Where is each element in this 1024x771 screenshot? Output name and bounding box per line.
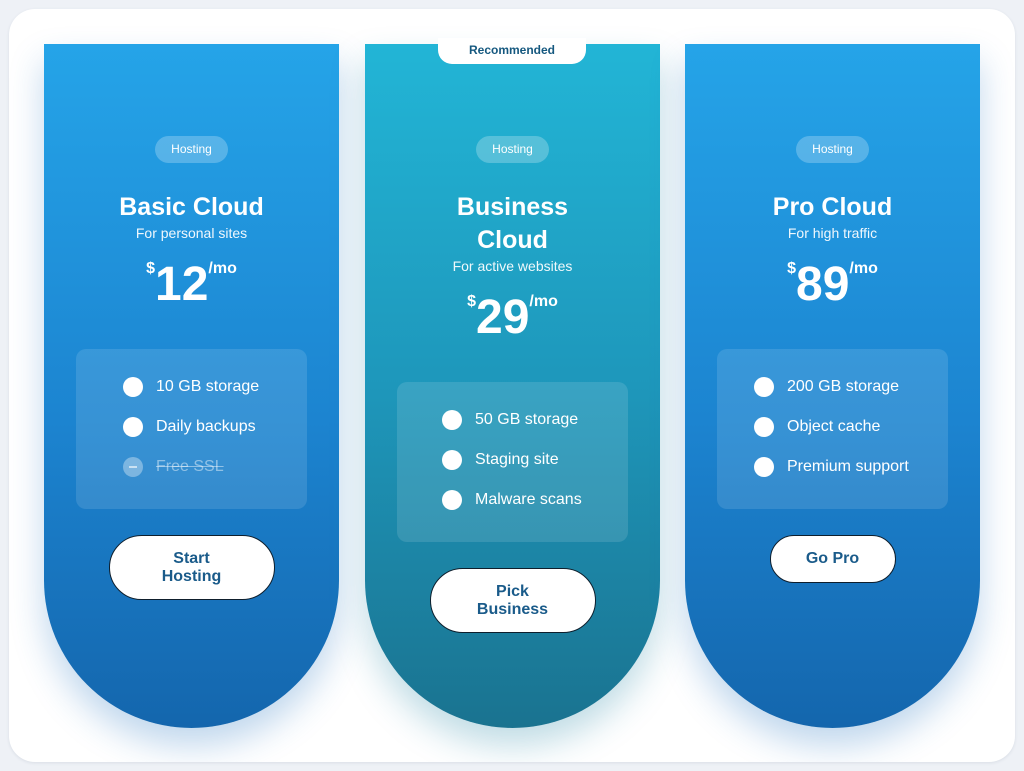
- price-period: /mo: [529, 293, 558, 310]
- plan-subtitle: For high traffic: [787, 225, 878, 241]
- price-amount: 29: [476, 291, 530, 344]
- feature-item: Daily backups: [123, 417, 307, 457]
- plan-title: Basic Cloud: [119, 193, 264, 221]
- go-pro-button[interactable]: Go Pro: [769, 535, 896, 583]
- pick-business-button[interactable]: Pick Business: [429, 568, 596, 633]
- plan-title: Pro Cloud: [772, 193, 893, 221]
- feature-item: Malware scans: [442, 490, 628, 530]
- feature-label: 50 GB storage: [475, 411, 579, 428]
- plan-tag: Hosting: [155, 136, 228, 163]
- feature-label: Premium support: [787, 458, 909, 475]
- filled-circle-icon: [754, 457, 774, 477]
- plan-subtitle: For personal sites: [135, 225, 248, 241]
- filled-circle-icon: [442, 490, 462, 510]
- filled-circle-icon: [123, 417, 143, 437]
- feature-item: 50 GB storage: [442, 410, 628, 450]
- plan-card-business-cloud: Recommended Hosting Business Cloud For a…: [365, 38, 660, 728]
- start-hosting-button[interactable]: Start Hosting: [108, 535, 275, 600]
- filled-circle-icon: [442, 450, 462, 470]
- pricing-frame: Hosting Basic Cloud For personal sites $…: [9, 9, 1015, 762]
- price-period: /mo: [849, 260, 878, 277]
- plan-tag: Hosting: [476, 136, 549, 163]
- filled-circle-icon: [754, 377, 774, 397]
- price-currency: $: [467, 293, 477, 310]
- feature-label: Staging site: [475, 451, 559, 468]
- plan-price: $29/mo: [365, 289, 660, 347]
- filled-circle-icon: [754, 417, 774, 437]
- price-currency: $: [787, 260, 797, 277]
- plan-subtitle: For active websites: [452, 258, 573, 274]
- plan-price: $89/mo: [685, 256, 980, 314]
- feature-label: Object cache: [787, 418, 881, 435]
- feature-list: 200 GB storage Object cache Premium supp…: [717, 349, 948, 509]
- price-currency: $: [146, 260, 156, 277]
- feature-item: Premium support: [754, 457, 948, 497]
- price-amount: 89: [796, 258, 850, 311]
- recommended-badge: Recommended: [438, 38, 586, 64]
- plan-card-pro-cloud: Hosting Pro Cloud For high traffic $89/m…: [685, 44, 980, 728]
- minus-circle-icon: [123, 457, 143, 477]
- feature-label: Free SSL: [156, 458, 224, 475]
- feature-list: 10 GB storage Daily backups Free SSL: [76, 349, 307, 509]
- plan-card-basic-cloud: Hosting Basic Cloud For personal sites $…: [44, 44, 339, 728]
- feature-label: 200 GB storage: [787, 378, 900, 395]
- feature-label: 10 GB storage: [156, 378, 260, 395]
- feature-label: Daily backups: [156, 418, 256, 435]
- plan-price: $12/mo: [44, 256, 339, 314]
- feature-label: Malware scans: [475, 491, 582, 508]
- filled-circle-icon: [123, 377, 143, 397]
- feature-item: 10 GB storage: [123, 377, 307, 417]
- plan-tag: Hosting: [796, 136, 869, 163]
- feature-item: Object cache: [754, 417, 948, 457]
- price-amount: 12: [155, 258, 209, 311]
- feature-item: 200 GB storage: [754, 377, 948, 417]
- feature-item: Staging site: [442, 450, 628, 490]
- feature-item-excluded: Free SSL: [123, 457, 307, 497]
- plan-title: Business Cloud: [456, 193, 569, 254]
- feature-list: 50 GB storage Staging site Malware scans: [397, 382, 628, 542]
- filled-circle-icon: [442, 410, 462, 430]
- price-period: /mo: [208, 260, 237, 277]
